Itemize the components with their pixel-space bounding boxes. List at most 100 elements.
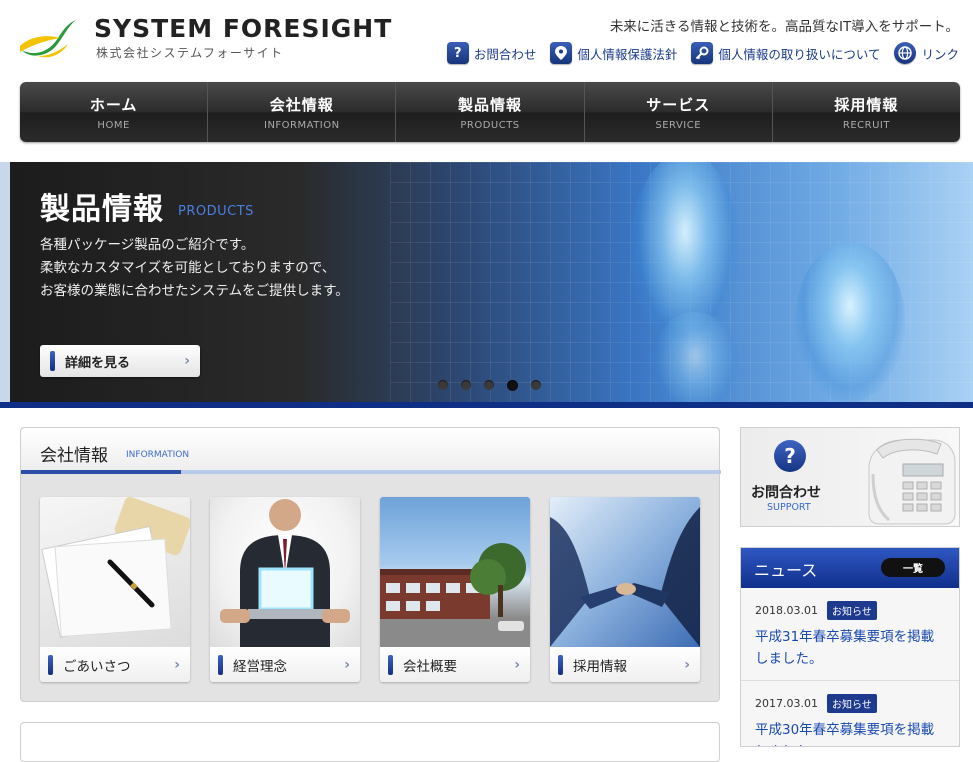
news-category-badge: お知らせ [826, 601, 877, 620]
card-label: ごあいさつ [63, 658, 131, 675]
chevron-right-icon: › [684, 656, 690, 673]
logo-subtitle: 株式会社システムフォーサイト [96, 46, 284, 60]
util-link-label: お問合わせ [473, 46, 537, 62]
panel-header-underline-accent [21, 470, 181, 474]
nav-item-label: 製品情報 [458, 95, 523, 114]
hero-description: 各種パッケージ製品のご紹介です。 柔軟なカスタマイズを可能としておりますので、 … [40, 234, 349, 303]
support-label: お問合わせ [751, 485, 821, 501]
util-link-contact[interactable]: ? お問合わせ [446, 42, 537, 64]
panel-title: 会社情報 [40, 446, 108, 466]
card-accent-bar [218, 654, 223, 675]
news-meta: 2017.03.01 お知らせ [755, 694, 945, 713]
nav-item-sublabel: INFORMATION [264, 119, 340, 131]
card-image-businessman-laptop [210, 497, 360, 647]
nav-item-recruit[interactable]: 採用情報 RECRUIT [773, 82, 960, 142]
news-title: ニュース [754, 561, 818, 580]
slider-dot-1[interactable] [438, 380, 448, 390]
support-banner[interactable]: ? お問合わせ SUPPORT [740, 427, 960, 527]
question-icon: ? [774, 440, 806, 472]
panel-title-en: INFORMATION [126, 450, 190, 460]
news-item: 2017.03.01 お知らせ 平成30年春卒募集要項を掲載しました。 [741, 681, 959, 746]
news-panel: ニュース 一覧 2018.03.01 お知らせ 平成31年春卒募集要項を掲載しま… [740, 547, 960, 747]
hero-slide: 製品情報 PRODUCTS 各種パッケージ製品のご紹介です。 柔軟なカスタマイズ… [10, 162, 973, 402]
nav-item-sublabel: PRODUCTS [460, 119, 520, 131]
news-link[interactable]: 平成30年春卒募集要項を掲載しました。 [755, 719, 945, 746]
slider-dot-5[interactable] [531, 380, 541, 390]
nav-item-sublabel: RECRUIT [842, 119, 890, 131]
globe-icon [894, 42, 917, 64]
hero-line: お客様の業態に合わせたシステムをご提供します。 [40, 283, 349, 299]
logo-title: SYSTEM FORESIGHT [94, 14, 393, 43]
news-meta: 2018.03.01 お知らせ [755, 601, 945, 620]
chevron-right-icon: › [514, 656, 520, 673]
news-date: 2018.03.01 [755, 604, 818, 617]
tagline: 未来に活きる情報と技術を。高品質なIT導入をサポート。 [609, 19, 959, 35]
card-image-office-building [380, 497, 530, 647]
hero-title-en: PRODUCTS [178, 204, 254, 219]
hero-title: 製品情報 [40, 192, 164, 227]
card-label: 採用情報 [573, 658, 627, 675]
map-pin-icon [550, 42, 573, 64]
card-accent-bar [48, 654, 53, 675]
button-accent-bar [50, 351, 55, 371]
hero-bottom-bar [0, 402, 973, 408]
chevron-right-icon: › [344, 656, 350, 673]
nav-item-label: 会社情報 [269, 95, 334, 114]
news-date: 2017.03.01 [755, 697, 818, 710]
support-label-en: SUPPORT [767, 502, 811, 513]
card-company-overview[interactable]: 会社概要 › [380, 497, 530, 682]
card-image-handshake [550, 497, 700, 647]
site-header: SYSTEM FORESIGHT 株式会社システムフォーサイト 未来に活きる情報… [0, 0, 973, 80]
card-footer: 採用情報 › [550, 647, 700, 682]
util-link-links[interactable]: リンク [894, 42, 959, 64]
util-link-label: リンク [921, 46, 959, 62]
news-link[interactable]: 平成31年春卒募集要項を掲載しました。 [755, 626, 945, 670]
card-philosophy[interactable]: 経営理念 › [210, 497, 360, 682]
hero-line: 各種パッケージ製品のご紹介です。 [40, 237, 255, 253]
nav-item-label: サービス [646, 95, 711, 114]
hero-slider: 製品情報 PRODUCTS 各種パッケージ製品のご紹介です。 柔軟なカスタマイズ… [0, 162, 973, 408]
site-logo[interactable]: SYSTEM FORESIGHT 株式会社システムフォーサイト [18, 14, 391, 64]
nav-item-sublabel: HOME [97, 119, 130, 131]
chevron-right-icon: › [174, 656, 180, 673]
nav-item-service[interactable]: サービス SERVICE [585, 82, 773, 142]
company-cards: ごあいさつ › 経営理念 › 会社概要 › 採用情報 › [40, 497, 700, 682]
card-footer: 経営理念 › [210, 647, 360, 682]
slider-dot-2[interactable] [461, 380, 471, 390]
card-accent-bar [388, 654, 393, 675]
hero-details-button[interactable]: 詳細を見る › [40, 345, 200, 377]
card-label: 経営理念 [233, 658, 287, 675]
hero-orb [795, 242, 905, 402]
nav-item-label: 採用情報 [834, 95, 899, 114]
util-link-privacy-policy[interactable]: 個人情報保護法針 [550, 42, 677, 64]
nav-item-products[interactable]: 製品情報 PRODUCTS [396, 82, 585, 142]
slider-dot-3[interactable] [484, 380, 494, 390]
card-recruit[interactable]: 採用情報 › [550, 497, 700, 682]
util-link-privacy-handling[interactable]: 個人情報の取り扱いについて [691, 42, 880, 64]
slider-dots [438, 380, 541, 391]
question-icon: ? [446, 42, 469, 64]
nav-item-home[interactable]: ホーム HOME [20, 82, 209, 142]
news-item: 2018.03.01 お知らせ 平成31年春卒募集要項を掲載しました。 [741, 588, 959, 681]
util-link-label: 個人情報の取り扱いについて [718, 46, 881, 62]
card-label: 会社概要 [403, 658, 457, 675]
news-category-badge: お知らせ [826, 694, 877, 713]
utility-links: ? お問合わせ 個人情報保護法針 個人情報の取り扱いについて リンク [446, 42, 959, 64]
lower-panel [20, 722, 720, 762]
nav-item-sublabel: SERVICE [655, 119, 702, 131]
card-footer: 会社概要 › [380, 647, 530, 682]
telephone-icon [868, 438, 956, 525]
nav-item-information[interactable]: 会社情報 INFORMATION [208, 82, 397, 142]
util-link-label: 個人情報保護法針 [577, 46, 678, 62]
slider-dot-4[interactable] [507, 380, 518, 391]
nav-item-label: ホーム [89, 95, 138, 114]
card-greeting[interactable]: ごあいさつ › [40, 497, 190, 682]
card-image-paper-pen [40, 497, 190, 647]
news-view-all-button[interactable]: 一覧 [881, 558, 945, 577]
logo-swoosh-icon [20, 20, 76, 58]
card-footer: ごあいさつ › [40, 647, 190, 682]
global-nav: ホーム HOME 会社情報 INFORMATION 製品情報 PRODUCTS … [20, 82, 960, 142]
hero-line: 柔軟なカスタマイズを可能としておりますので、 [40, 260, 336, 276]
company-info-panel: 会社情報 INFORMATION ごあいさつ › 経営理念 › 会社概要 › 採… [20, 427, 721, 702]
panel-header: 会社情報 INFORMATION [21, 428, 721, 474]
